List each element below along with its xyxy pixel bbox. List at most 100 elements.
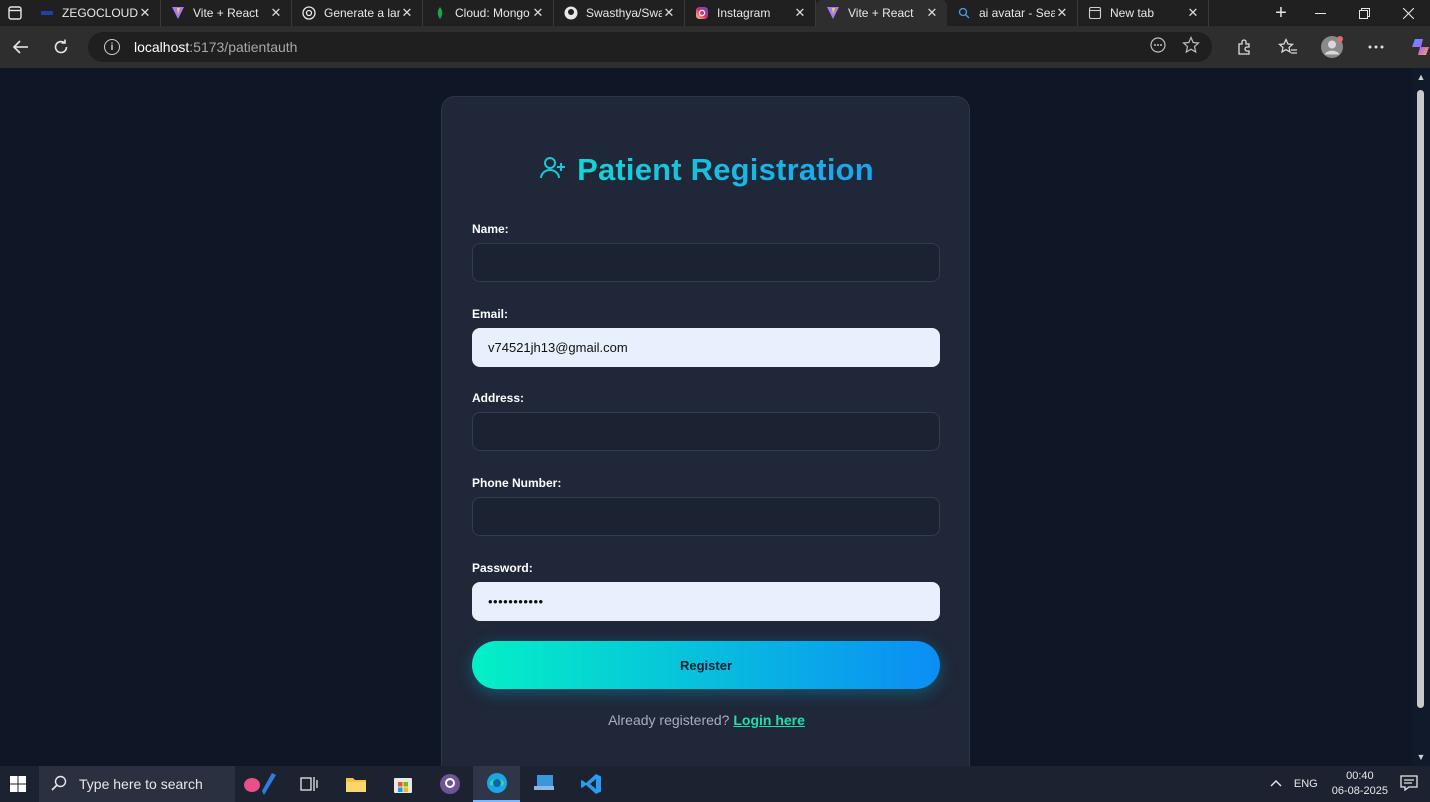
user-plus-icon <box>539 154 567 187</box>
tab-label: Vite + React <box>848 6 914 20</box>
browser-tab-strip: ZEGOCLOUD C✕Vite + React✕Generate a lan✕… <box>0 0 1430 26</box>
edge-browser-icon[interactable] <box>473 766 520 802</box>
new-tab-button[interactable]: + <box>1264 0 1298 26</box>
browser-toolbar: i localhost:5173/patientauth <box>0 26 1430 68</box>
search-placeholder: Type here to search <box>79 776 203 792</box>
taskbar-search-box[interactable]: Type here to search <box>39 766 235 802</box>
close-tab-icon[interactable]: ✕ <box>793 5 807 21</box>
browser-tab[interactable]: New tab ✕ <box>1078 0 1209 26</box>
tab-label: New tab <box>1110 6 1155 20</box>
close-tab-icon[interactable]: ✕ <box>1186 5 1200 21</box>
clock[interactable]: 00:40 06-08-2025 <box>1332 769 1388 799</box>
url-path: :5173/patientauth <box>189 39 298 55</box>
scroll-thumb[interactable] <box>1417 90 1424 708</box>
page-title: Patient Registration <box>442 152 971 188</box>
show-hidden-icons-icon[interactable] <box>1270 778 1282 790</box>
minimize-button[interactable] <box>1298 0 1342 26</box>
password-label: Password: <box>472 561 533 575</box>
login-link[interactable]: Login here <box>733 712 805 728</box>
language-indicator[interactable]: ENG <box>1294 778 1318 790</box>
search-icon <box>957 6 971 20</box>
browser-tab[interactable]: ai avatar - Sear ✕ <box>947 0 1078 26</box>
browser-tab[interactable]: Swasthya/Swas✕ <box>554 0 685 26</box>
browser-tab[interactable]: ZEGOCLOUD C✕ <box>30 0 161 26</box>
search-icon <box>51 775 67 794</box>
browser-tab[interactable]: Generate a lan ✕ <box>292 0 423 26</box>
tab-label: Generate a lan <box>324 6 400 20</box>
tab-label: Cloud: Mongo <box>455 6 530 20</box>
tab-label: ai avatar - Sear <box>979 6 1055 20</box>
scroll-up-arrow-icon[interactable]: ▲ <box>1415 72 1427 82</box>
page-actions-icon[interactable] <box>1150 36 1166 58</box>
github-desktop-icon[interactable] <box>426 766 473 802</box>
instagram-icon <box>695 6 709 20</box>
back-button[interactable] <box>2 30 40 64</box>
microsoft-store-icon[interactable] <box>379 766 426 802</box>
clock-time: 00:40 <box>1346 770 1374 782</box>
vite-icon <box>826 6 840 20</box>
address-label: Address: <box>472 391 525 405</box>
title-text: Patient Registration <box>577 152 874 187</box>
name-input[interactable] <box>472 243 940 282</box>
tab-list: ZEGOCLOUD C✕Vite + React✕Generate a lan✕… <box>30 0 1264 26</box>
browser-tab[interactable]: Instagram ✕ <box>685 0 816 26</box>
close-tab-icon[interactable]: ✕ <box>269 5 283 21</box>
site-info-icon[interactable]: i <box>104 39 120 55</box>
url-text: localhost:5173/patientauth <box>134 39 297 55</box>
system-tray: ENG 00:40 06-08-2025 <box>1270 766 1430 802</box>
tab-label: Instagram <box>717 6 771 20</box>
tab-actions-icon[interactable] <box>0 0 30 26</box>
phone-label: Phone Number: <box>472 476 562 490</box>
favorites-icon[interactable] <box>1266 26 1310 68</box>
github-icon <box>564 6 578 20</box>
refresh-button[interactable] <box>42 30 80 64</box>
task-view-icon[interactable] <box>285 766 332 802</box>
close-window-button[interactable] <box>1386 0 1430 26</box>
address-input[interactable] <box>472 412 940 451</box>
profile-avatar-icon[interactable] <box>1310 26 1354 68</box>
file-explorer-icon[interactable] <box>332 766 379 802</box>
copilot-icon[interactable] <box>1398 26 1430 68</box>
extensions-icon[interactable] <box>1222 26 1266 68</box>
notifications-icon[interactable] <box>1400 774 1418 794</box>
openai-icon <box>302 6 316 20</box>
close-tab-icon[interactable]: ✕ <box>531 5 545 21</box>
login-prompt: Already registered? Login here <box>442 712 971 728</box>
tab-label: Swasthya/Swas <box>586 6 662 20</box>
close-tab-icon[interactable]: ✕ <box>925 5 939 21</box>
close-tab-icon[interactable]: ✕ <box>400 5 414 21</box>
tab-label: Vite + React <box>193 6 259 20</box>
restore-button[interactable] <box>1342 0 1386 26</box>
favorite-star-icon[interactable] <box>1182 35 1200 59</box>
new-tab-page-icon <box>1088 6 1102 20</box>
browser-tab[interactable]: Vite + React ✕ <box>161 0 292 26</box>
close-tab-icon[interactable]: ✕ <box>662 5 676 21</box>
tab-label: ZEGOCLOUD C <box>62 6 138 20</box>
scroll-down-arrow-icon[interactable]: ▼ <box>1415 752 1427 762</box>
windows-taskbar: Type here to search ENG 00:40 06-08-2025 <box>0 766 1430 802</box>
vscode-icon[interactable] <box>567 766 614 802</box>
email-input[interactable]: v74521jh13@gmail.com <box>472 328 940 367</box>
more-options-icon[interactable] <box>1354 26 1398 68</box>
close-tab-icon[interactable]: ✕ <box>1055 5 1069 21</box>
zegocloud-icon <box>40 6 54 20</box>
clock-date: 06-08-2025 <box>1331 785 1388 797</box>
windows-start-icon[interactable] <box>0 766 36 802</box>
address-bar[interactable]: i localhost:5173/patientauth <box>88 32 1212 62</box>
remote-desktop-icon[interactable] <box>520 766 567 802</box>
url-host: localhost <box>134 39 190 55</box>
register-button[interactable]: Register <box>472 641 940 689</box>
page-scrollbar[interactable]: ▲ ▼ <box>1412 68 1430 766</box>
browser-tab[interactable]: Vite + React ✕ <box>816 0 947 26</box>
name-label: Name: <box>472 222 509 236</box>
close-tab-icon[interactable]: ✕ <box>138 5 152 21</box>
browser-tab[interactable]: Cloud: Mongo ✕ <box>423 0 554 26</box>
registration-card: Patient Registration Name: Email: v74521… <box>441 96 970 766</box>
window-controls <box>1298 0 1430 26</box>
phone-input[interactable] <box>472 497 940 536</box>
vite-icon <box>171 6 185 20</box>
email-label: Email: <box>472 307 509 321</box>
password-input[interactable]: ••••••••••• <box>472 582 940 621</box>
snipping-tool-icon[interactable] <box>235 766 285 802</box>
toolbar-right <box>1222 26 1430 68</box>
